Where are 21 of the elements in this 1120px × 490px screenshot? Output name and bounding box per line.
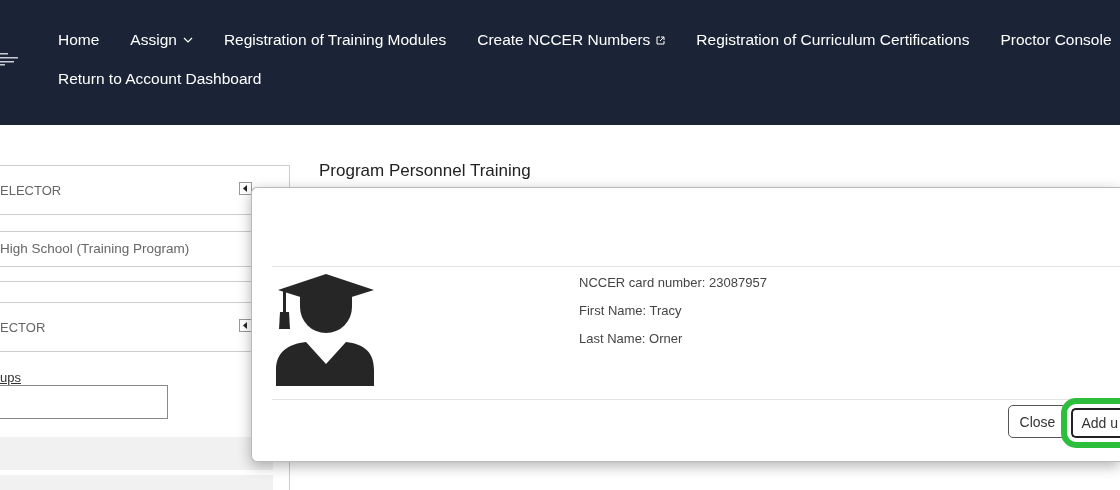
detail-text: NCCER card number: 23087957 [579,275,767,290]
nav-link[interactable]: Home [58,30,100,50]
detail-text: Last Name: Orner [579,331,684,346]
section-title: ELECTOR [0,182,62,198]
section-title: ECTOR [0,319,46,335]
nav-link[interactable]: Return to Account Dashboard [58,69,262,89]
detail-text: First Name: Tracy [579,303,683,318]
page-title: Program Personnel Training [319,161,531,181]
collapse-icon[interactable] [239,182,252,195]
nav-link[interactable]: Registration of Curriculum Certifications [696,30,970,50]
collapse-icon[interactable] [239,319,252,332]
groups-link[interactable]: ups [0,370,21,385]
external-link-icon [656,35,666,45]
graduate-icon [276,272,376,386]
logo-icon [0,52,18,66]
nav-link[interactable]: Registration of Training Modules [223,30,447,50]
chevron-down-icon [182,37,193,43]
nav-link[interactable]: Proctor Console [1000,30,1112,50]
nav-link[interactable]: Assign [130,30,193,50]
input-field[interactable] [0,385,168,419]
nav-link[interactable]: Create NCCER Numbers [477,30,666,50]
